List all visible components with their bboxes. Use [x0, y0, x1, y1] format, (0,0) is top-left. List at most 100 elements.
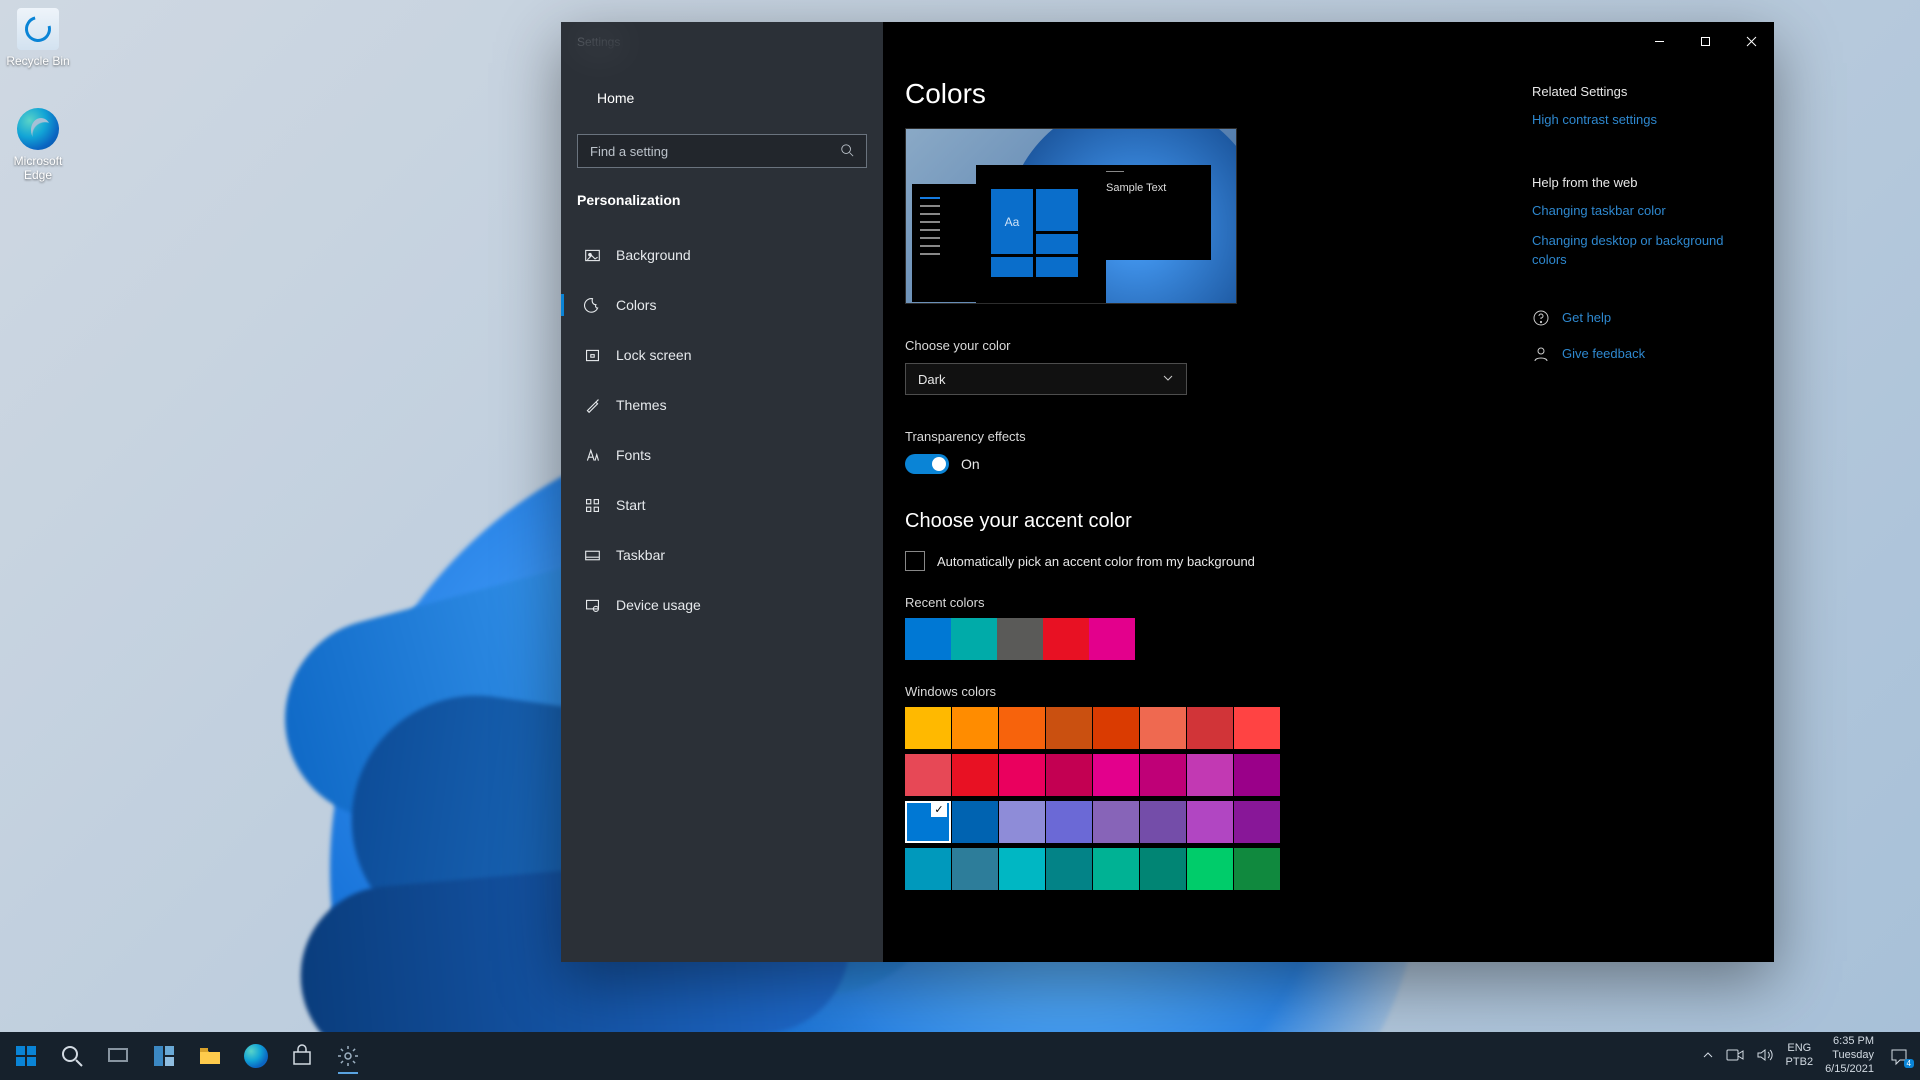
windows-color-swatch[interactable] [1187, 848, 1233, 890]
windows-color-swatch[interactable] [1234, 848, 1280, 890]
start-button[interactable] [6, 1036, 46, 1076]
transparency-toggle[interactable] [905, 454, 949, 474]
font-icon [583, 446, 601, 464]
notifications-button[interactable]: 4 [1886, 1043, 1912, 1069]
windows-color-swatch[interactable] [1046, 801, 1092, 843]
windows-color-swatch[interactable] [952, 754, 998, 796]
windows-color-swatch[interactable] [1093, 707, 1139, 749]
right-column: Related Settings High contrast settings … [1512, 78, 1752, 962]
file-explorer-button[interactable] [190, 1036, 230, 1076]
auto-pick-checkbox[interactable] [905, 551, 925, 571]
taskbar: ENG PTB2 6:35 PM Tuesday 6/15/2021 4 [0, 1032, 1920, 1080]
choose-color-label: Choose your color [905, 338, 1512, 353]
link-desktop-bg-colors[interactable]: Changing desktop or background colors [1532, 232, 1752, 268]
link-taskbar-color[interactable]: Changing taskbar color [1532, 202, 1752, 220]
chevron-down-icon [1162, 372, 1174, 387]
nav-start[interactable]: Start [577, 488, 867, 522]
desktop-icon-label: Recycle Bin [6, 54, 69, 68]
nav-device-usage[interactable]: Device usage [577, 588, 867, 622]
desktop-icon-label: Microsoft Edge [14, 154, 63, 182]
windows-color-swatch[interactable] [1140, 754, 1186, 796]
preview-tile: Aa [991, 189, 1033, 254]
widgets-button[interactable] [144, 1036, 184, 1076]
windows-color-swatch[interactable] [1187, 707, 1233, 749]
nav-label: Fonts [616, 447, 651, 463]
nav-label: Taskbar [616, 547, 665, 563]
windows-color-swatch[interactable] [1046, 848, 1092, 890]
windows-color-swatch[interactable] [999, 801, 1045, 843]
clock[interactable]: 6:35 PM Tuesday 6/15/2021 [1825, 1035, 1874, 1076]
palette-icon [583, 296, 601, 314]
windows-color-swatch[interactable] [999, 707, 1045, 749]
windows-color-swatch[interactable] [1234, 754, 1280, 796]
search-button[interactable] [52, 1036, 92, 1076]
content-area: Colors Aa Sample Text Choose your color … [883, 22, 1774, 962]
clock-date: 6/15/2021 [1825, 1063, 1874, 1077]
start-grid-icon [583, 496, 601, 514]
auto-pick-checkbox-row[interactable]: Automatically pick an accent color from … [905, 551, 1512, 571]
desktop-icon-recycle-bin[interactable]: Recycle Bin [0, 8, 76, 68]
windows-color-swatch[interactable] [952, 848, 998, 890]
page-title: Colors [905, 78, 1512, 110]
volume-icon[interactable] [1756, 1046, 1774, 1067]
nav-taskbar[interactable]: Taskbar [577, 538, 867, 572]
edge-button[interactable] [236, 1036, 276, 1076]
nav-lock-screen[interactable]: Lock screen [577, 338, 867, 372]
windows-color-swatch[interactable] [1046, 707, 1092, 749]
meet-now-icon[interactable] [1726, 1046, 1744, 1067]
recent-color-swatch[interactable] [951, 618, 997, 660]
windows-color-swatch[interactable] [999, 848, 1045, 890]
accent-heading: Choose your accent color [905, 510, 1512, 533]
windows-color-swatch[interactable] [952, 801, 998, 843]
windows-color-swatch[interactable] [1234, 707, 1280, 749]
minimize-button[interactable] [1636, 22, 1682, 60]
link-high-contrast[interactable]: High contrast settings [1532, 111, 1752, 129]
recent-color-swatch[interactable] [997, 618, 1043, 660]
task-view-button[interactable] [98, 1036, 138, 1076]
recent-color-swatch[interactable] [1089, 618, 1135, 660]
notification-badge: 4 [1904, 1059, 1914, 1068]
windows-colors-label: Windows colors [905, 684, 1512, 699]
home-nav[interactable]: Home [577, 82, 867, 114]
search-input[interactable]: Find a setting [577, 134, 867, 168]
sidebar: Home Find a setting Personalization Back… [561, 22, 883, 962]
windows-color-swatch[interactable] [905, 801, 951, 843]
get-help-action[interactable]: Get help [1532, 309, 1752, 327]
recycle-bin-icon [17, 8, 59, 50]
give-feedback-action[interactable]: Give feedback [1532, 345, 1752, 363]
recent-color-swatch[interactable] [1043, 618, 1089, 660]
desktop-icon-edge[interactable]: Microsoft Edge [0, 108, 76, 182]
settings-taskbar-button[interactable] [328, 1036, 368, 1076]
clock-time: 6:35 PM [1825, 1035, 1874, 1049]
nav-themes[interactable]: Themes [577, 388, 867, 422]
windows-color-swatch[interactable] [905, 707, 951, 749]
windows-color-swatch[interactable] [905, 754, 951, 796]
transparency-label: Transparency effects [905, 429, 1512, 444]
windows-color-swatch[interactable] [1140, 707, 1186, 749]
windows-color-swatch[interactable] [1046, 754, 1092, 796]
home-label: Home [597, 90, 634, 106]
windows-color-swatch[interactable] [1140, 801, 1186, 843]
tray-overflow-button[interactable] [1702, 1049, 1714, 1064]
windows-color-swatch[interactable] [1093, 754, 1139, 796]
maximize-button[interactable] [1682, 22, 1728, 60]
theme-preview: Aa Sample Text [905, 128, 1237, 304]
store-button[interactable] [282, 1036, 322, 1076]
windows-color-swatch[interactable] [1187, 801, 1233, 843]
recent-color-swatch[interactable] [905, 618, 951, 660]
nav-background[interactable]: Background [577, 238, 867, 272]
language-indicator[interactable]: ENG PTB2 [1786, 1042, 1814, 1070]
windows-color-swatch[interactable] [1187, 754, 1233, 796]
close-button[interactable] [1728, 22, 1774, 60]
windows-color-swatch[interactable] [1234, 801, 1280, 843]
windows-color-swatch[interactable] [905, 848, 951, 890]
windows-color-swatch[interactable] [952, 707, 998, 749]
windows-color-swatch[interactable] [1140, 848, 1186, 890]
windows-color-swatch[interactable] [999, 754, 1045, 796]
nav-fonts[interactable]: Fonts [577, 438, 867, 472]
nav-colors[interactable]: Colors [577, 288, 867, 322]
windows-color-swatch[interactable] [1093, 801, 1139, 843]
choose-color-select[interactable]: Dark [905, 363, 1187, 395]
windows-color-swatch[interactable] [1093, 848, 1139, 890]
nav-label: Lock screen [616, 347, 691, 363]
